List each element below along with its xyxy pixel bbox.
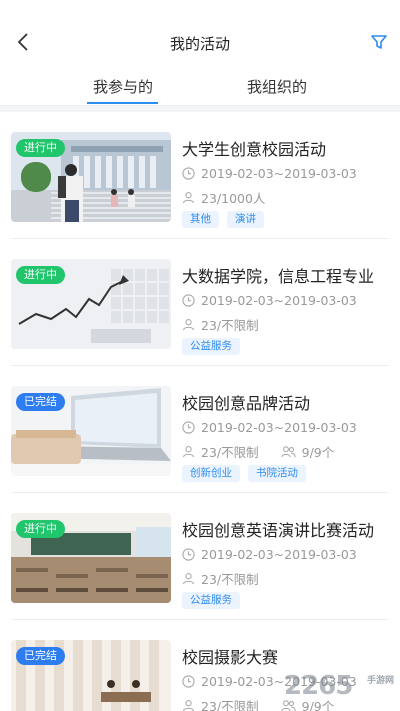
activity-title: 大学生创意校园活动 [182,140,327,159]
nav-bar: 我的活动 [0,0,400,66]
activity-title: 校园创意英语演讲比赛活动 [182,521,375,540]
status-badge: 进行中 [16,139,65,157]
date-row: 2019-02-03~2019-03-03 [182,547,357,562]
participant-count: 23/不限制 [201,318,259,333]
activity-tag: 其他 [182,211,219,228]
activity-card[interactable]: 进行中 大数据学院，信息工程专业 2019-02-03~2019-03-03 2… [0,239,400,366]
activity-list[interactable]: 进行中 大学生创意校园活动 2019-02-03~2019-03-03 23/1… [0,106,400,711]
activity-tag: 创新创业 [182,465,240,482]
group-count: 9/9个 [301,445,335,460]
person-icon [182,700,195,711]
watermark-logo: 2265 手游网 [284,671,394,703]
participant-count: 23/1000人 [201,191,266,206]
people-row: 23/1000人 [182,188,265,207]
activity-title: 校园创意品牌活动 [182,394,311,413]
activity-tag: 演讲 [227,211,264,228]
date-row: 2019-02-03~2019-03-03 [182,166,357,181]
page-title: 我的活动 [169,35,230,53]
clock-icon [182,675,195,688]
participant-count: 23/不限制 [201,572,259,587]
date-row: 2019-02-03~2019-03-03 [182,420,357,435]
group-icon [280,446,296,458]
activity-title: 校园摄影大赛 [182,648,279,667]
tag-list: 公益服务 [182,338,240,355]
participant-count: 23/不限制 [201,699,259,711]
status-badge: 进行中 [16,520,65,538]
watermark-sub: 手游网 [366,676,394,686]
participant-count: 23/不限制 [201,445,259,460]
people-row: 23/不限制 [182,569,259,588]
clock-icon [182,294,195,307]
people-row: 23/不限制 9/9个 [182,442,334,461]
clock-icon [182,421,195,434]
activity-date: 2019-02-03~2019-03-03 [201,420,357,435]
tab-active-indicator [87,102,158,104]
activity-date: 2019-02-03~2019-03-03 [201,293,357,308]
activity-tag: 公益服务 [182,592,240,609]
activity-title: 大数据学院，信息工程专业 [182,267,375,286]
activity-date: 2019-02-03~2019-03-03 [201,166,357,181]
watermark-text: 2265 [284,671,353,701]
status-badge: 进行中 [16,266,65,284]
person-icon [182,319,195,331]
activity-tag: 书院活动 [248,465,306,482]
activity-card[interactable]: 已完结 校园创意品牌活动 2019-02-03~2019-03-03 23/不限… [0,366,400,493]
clock-icon [182,167,195,180]
activity-card[interactable]: 进行中 大学生创意校园活动 2019-02-03~2019-03-03 23/1… [0,112,400,239]
person-icon [182,573,195,585]
person-icon [182,446,195,458]
activity-date: 2019-02-03~2019-03-03 [201,547,357,562]
tag-list: 公益服务 [182,592,240,609]
person-icon [182,192,195,204]
activity-tag: 公益服务 [182,338,240,355]
clock-icon [182,548,195,561]
tag-list: 创新创业 书院活动 [182,465,306,482]
date-row: 2019-02-03~2019-03-03 [182,293,357,308]
activity-card[interactable]: 进行中 校园创意英语演讲比赛活动 2019-02-03~2019-03-03 2… [0,493,400,620]
tag-list: 其他 演讲 [182,211,264,228]
tab-participated[interactable]: 我参与的 [88,76,158,97]
status-badge: 已完结 [16,647,65,665]
tab-organized[interactable]: 我组织的 [242,76,312,97]
filter-icon [371,35,387,49]
status-badge: 已完结 [16,393,65,411]
tab-bar: 我参与的 我组织的 [0,66,400,106]
people-row: 23/不限制 [182,315,259,334]
filter-button[interactable] [370,33,390,53]
